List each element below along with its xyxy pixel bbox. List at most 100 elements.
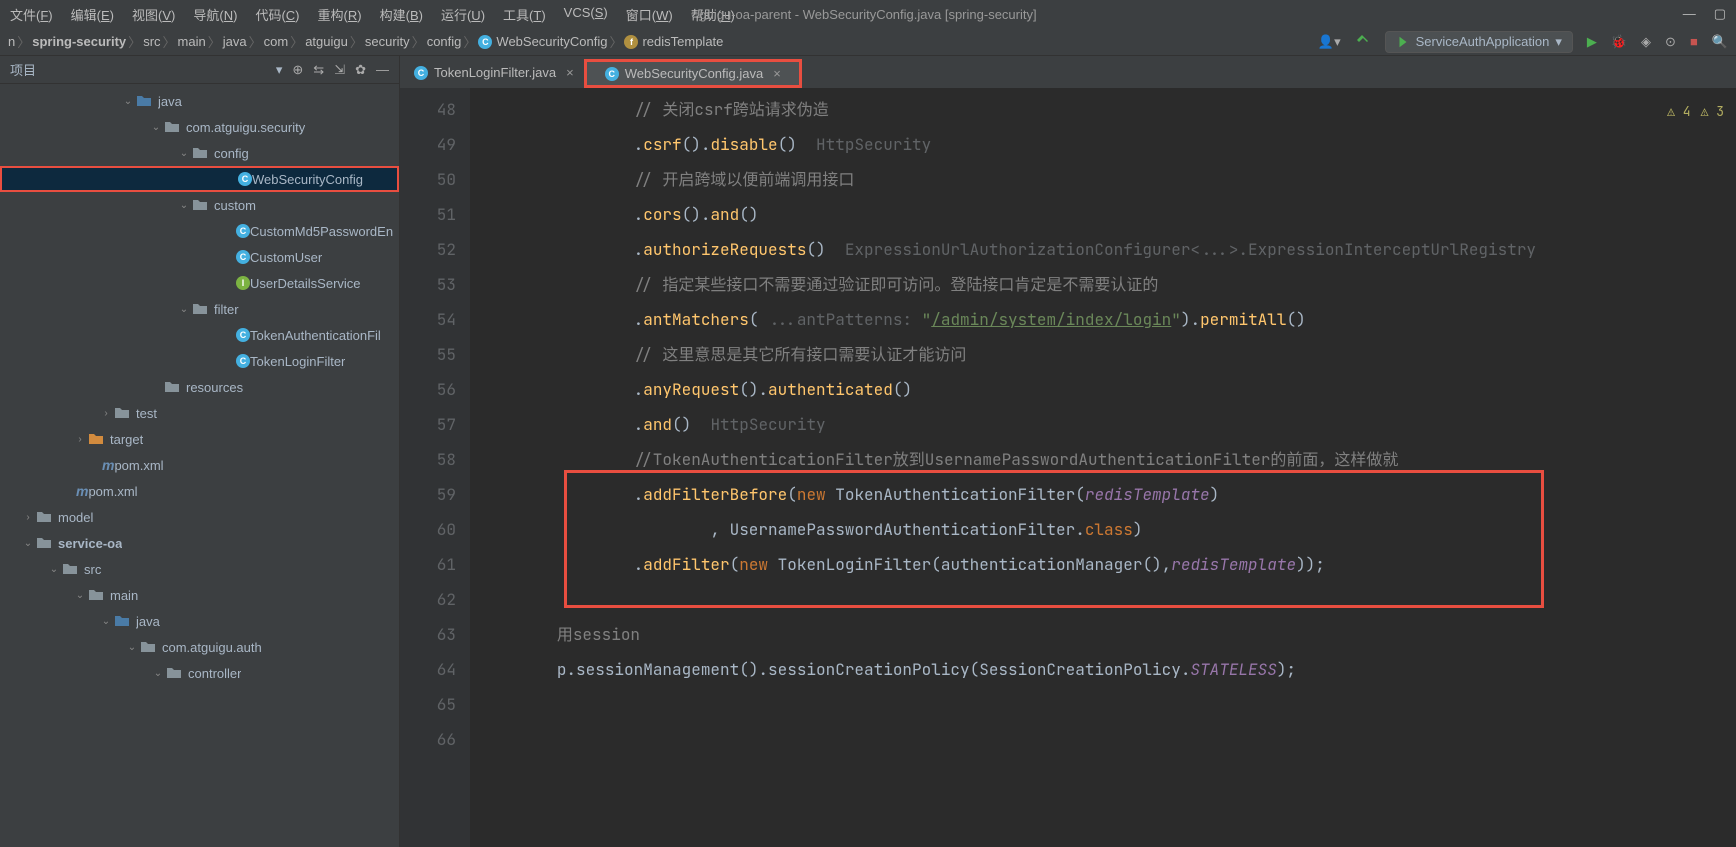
menu-v[interactable]: 视图(V) [132,5,175,24]
user-icon[interactable]: 👤▾ [1318,34,1341,50]
tree-item-userdetailsservice[interactable]: I UserDetailsService [0,270,399,296]
breadcrumb-item[interactable]: com [264,34,289,49]
minimize-icon[interactable]: — [1683,6,1696,22]
project-tree[interactable]: ⌄java⌄com.atguigu.security⌄configC WebSe… [0,84,399,847]
tree-item-custom[interactable]: ⌄custom [0,192,399,218]
breadcrumb-item[interactable]: f redisTemplate [624,34,723,49]
class-icon: C [236,328,250,342]
class-icon: C [236,354,250,368]
code-content[interactable]: ⚠ 4 ⚠ 3 // 关闭csrf跨站请求伪造 .csrf().disable(… [470,88,1736,847]
tree-item-test[interactable]: ›test [0,400,399,426]
code-line[interactable]: .addFilterBefore(new TokenAuthentication… [470,477,1736,512]
line-number: 66 [400,722,456,757]
code-line[interactable]: , UsernamePasswordAuthenticationFilter.c… [470,512,1736,547]
tree-item-com-atguigu-auth[interactable]: ⌄com.atguigu.auth [0,634,399,660]
tree-item-controller[interactable]: ⌄controller [0,660,399,686]
menu-t[interactable]: 工具(T) [503,5,546,24]
tree-item-com-atguigu-security[interactable]: ⌄com.atguigu.security [0,114,399,140]
code-line[interactable]: // 开启跨域以便前端调用接口 [470,162,1736,197]
menu-e[interactable]: 编辑(E) [71,5,114,24]
search-icon[interactable]: 🔍 [1712,34,1728,50]
code-line[interactable]: // 指定某些接口不需要通过验证即可访问。登陆接口肯定是不需要认证的 [470,267,1736,302]
code-line[interactable]: //TokenAuthenticationFilter放到UsernamePas… [470,442,1736,477]
chevron-icon: 〉 [290,32,303,51]
tree-item-config[interactable]: ⌄config [0,140,399,166]
code-area[interactable]: 48495051525354555657585960616263646566 ⚠… [400,88,1736,847]
menu-f[interactable]: 文件(F) [10,5,53,24]
code-line[interactable]: // 关闭csrf跨站请求伪造 [470,92,1736,127]
breadcrumb-item[interactable]: src [143,34,160,49]
breadcrumb-item[interactable]: spring-security [32,34,126,49]
collapse-all-icon[interactable]: ⇲ [334,62,345,78]
tree-item-pom-xml[interactable]: m pom.xml [0,478,399,504]
tree-item-tokenauthenticationfil[interactable]: C TokenAuthenticationFil [0,322,399,348]
close-icon[interactable]: × [773,66,781,81]
code-line[interactable]: p.sessionManagement().sessionCreationPol… [470,652,1736,687]
tree-item-tokenloginfilter[interactable]: C TokenLoginFilter [0,348,399,374]
tree-item-java[interactable]: ⌄java [0,88,399,114]
tree-item-label: controller [188,666,241,681]
menu-n[interactable]: 导航(N) [193,5,237,24]
breadcrumb-item[interactable]: C WebSecurityConfig [478,34,607,49]
code-line[interactable]: .csrf().disable() HttpSecurity [470,127,1736,162]
debug-icon[interactable]: 🐞 [1611,34,1627,50]
code-line[interactable]: 用session [470,617,1736,652]
tree-item-service-oa[interactable]: ⌄service-oa [0,530,399,556]
code-line[interactable] [470,722,1736,757]
toolbar-right: 👤▾ ServiceAuthApplication ▾ ▶ 🐞 ◈ ⊙ ■ 🔍 [1318,31,1728,53]
hide-icon[interactable]: — [376,62,389,77]
code-line[interactable]: // 这里意思是其它所有接口需要认证才能访问 [470,337,1736,372]
menu-b[interactable]: 构建(B) [380,5,423,24]
code-line[interactable]: .addFilter(new TokenLoginFilter(authenti… [470,547,1736,582]
close-icon[interactable]: × [566,65,574,80]
code-line[interactable]: .and() HttpSecurity [470,407,1736,442]
menu-u[interactable]: 运行(U) [441,5,485,24]
tree-item-label: resources [186,380,243,395]
tree-item-websecurityconfig[interactable]: C WebSecurityConfig [0,166,399,192]
breadcrumb-item[interactable]: n [8,34,15,49]
line-number: 52 [400,232,456,267]
menu-w[interactable]: 窗口(W) [626,5,673,24]
chevron-down-icon[interactable]: ▾ [276,62,283,78]
locate-icon[interactable]: ⊕ [292,62,303,78]
tree-item-model[interactable]: ›model [0,504,399,530]
tab-tokenloginfilter-java[interactable]: CTokenLoginFilter.java× [404,59,584,88]
code-line[interactable] [470,582,1736,617]
tree-item-customuser[interactable]: C CustomUser [0,244,399,270]
tree-item-custommd5passworden[interactable]: C CustomMd5PasswordEn [0,218,399,244]
code-line[interactable] [470,687,1736,722]
chevron-icon: 〉 [208,32,221,51]
inspection-summary[interactable]: ⚠ 4 ⚠ 3 [1667,94,1724,129]
tab-websecurityconfig-java[interactable]: CWebSecurityConfig.java× [584,59,802,88]
menu-c[interactable]: 代码(C) [255,5,299,24]
profile-icon[interactable]: ⊙ [1665,34,1676,50]
line-number: 54 [400,302,456,337]
breadcrumb-item[interactable]: main [178,34,206,49]
tree-item-target[interactable]: ›target [0,426,399,452]
gear-icon[interactable]: ✿ [355,62,366,78]
menu-s[interactable]: VCS(S) [564,5,608,24]
breadcrumb-item[interactable]: config [427,34,462,49]
breadcrumb-item[interactable]: atguigu [305,34,348,49]
coverage-icon[interactable]: ◈ [1641,34,1651,50]
tree-item-src[interactable]: ⌄src [0,556,399,582]
expand-all-icon[interactable]: ⇆ [313,62,324,78]
tree-item-java[interactable]: ⌄java [0,608,399,634]
tree-item-resources[interactable]: resources [0,374,399,400]
tree-item-filter[interactable]: ⌄filter [0,296,399,322]
tree-item-pom-xml[interactable]: m pom.xml [0,452,399,478]
run-config-selector[interactable]: ServiceAuthApplication ▾ [1385,31,1573,53]
code-line[interactable]: .anyRequest().authenticated() [470,372,1736,407]
hammer-icon[interactable] [1355,32,1371,51]
code-line[interactable]: .cors().and() [470,197,1736,232]
code-line[interactable]: .authorizeRequests() ExpressionUrlAuthor… [470,232,1736,267]
tree-item-main[interactable]: ⌄main [0,582,399,608]
code-line[interactable]: .antMatchers( ...antPatterns: "/admin/sy… [470,302,1736,337]
menu-r[interactable]: 重构(R) [318,5,362,24]
breadcrumb-item[interactable]: security [365,34,410,49]
breadcrumb-item[interactable]: java [223,34,247,49]
run-icon[interactable]: ▶ [1587,34,1597,50]
stop-icon[interactable]: ■ [1690,34,1698,49]
tree-item-label: CustomUser [250,250,322,265]
maximize-icon[interactable]: ▢ [1714,6,1726,22]
